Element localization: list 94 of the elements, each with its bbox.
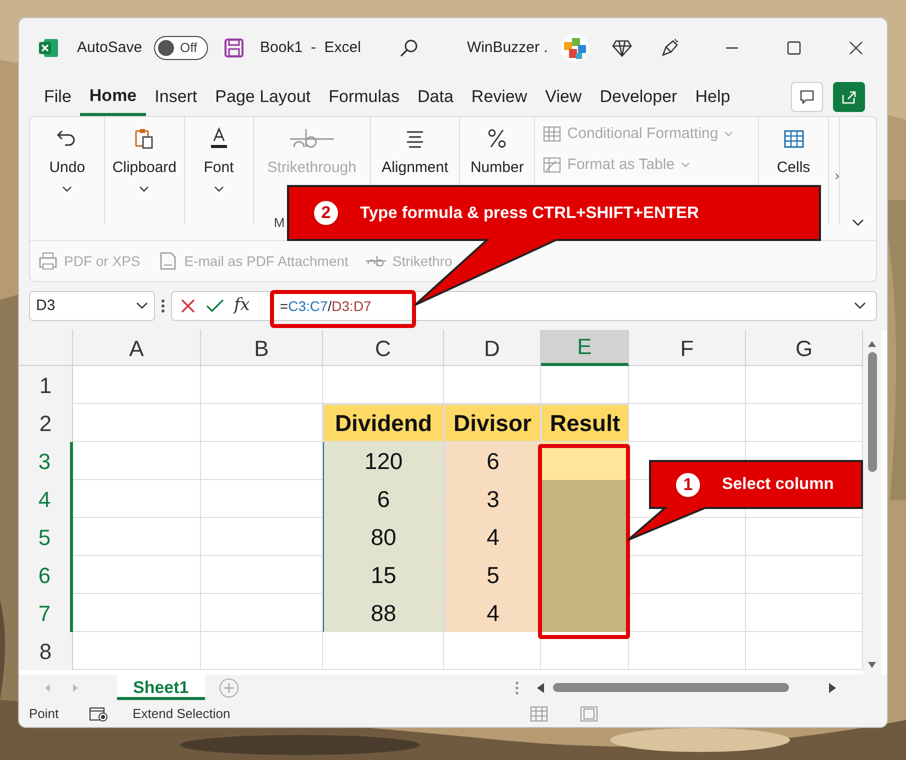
- page-layout-icon[interactable]: [580, 706, 598, 722]
- scroll-right-icon[interactable]: [828, 682, 837, 692]
- row-header[interactable]: 7: [19, 594, 73, 632]
- speech-bubble-icon: [799, 89, 815, 105]
- table-cell: 88: [323, 594, 444, 632]
- caret-icon: [139, 186, 150, 192]
- table-cell: 80: [323, 518, 444, 556]
- status-text: Extend Selection: [132, 704, 230, 723]
- table-cell: 4: [444, 594, 541, 632]
- share-icon: [841, 89, 857, 105]
- macro-record-icon[interactable]: [88, 706, 109, 722]
- formula-input[interactable]: =C3:C7/D3:D7: [258, 296, 854, 316]
- name-box[interactable]: D3: [29, 291, 155, 321]
- insert-function-button[interactable]: fx: [234, 293, 250, 319]
- table-cell: 6: [444, 442, 541, 480]
- callout-text: Type formula & press CTRL+SHIFT+ENTER: [360, 202, 699, 224]
- menu-tab[interactable]: Formulas: [320, 78, 408, 116]
- ribbon-button[interactable]: Number: [466, 127, 528, 180]
- group-label: M: [274, 214, 285, 232]
- menu-tab[interactable]: View: [536, 78, 591, 116]
- spreadsheet-app-icon: [39, 38, 59, 58]
- row-header[interactable]: 6: [19, 556, 73, 594]
- caret-icon: [724, 131, 734, 138]
- maximize-icon[interactable]: [787, 41, 801, 55]
- column-header[interactable]: C: [323, 330, 444, 366]
- cancel-icon[interactable]: [180, 298, 196, 314]
- scroll-down-icon[interactable]: [867, 661, 877, 669]
- scroll-left-icon[interactable]: [536, 682, 545, 692]
- more-arrow[interactable]: ›: [834, 165, 840, 186]
- printer-icon: [38, 252, 58, 270]
- column-header[interactable]: B: [201, 330, 323, 366]
- caret-icon: [214, 186, 224, 192]
- share-button[interactable]: [833, 82, 865, 112]
- pen-icon[interactable]: [660, 38, 680, 58]
- ribbon-button[interactable]: Cells: [772, 127, 814, 180]
- menu-tab[interactable]: Insert: [146, 78, 206, 116]
- more-icon[interactable]: [161, 298, 165, 314]
- table-cell: 3: [444, 480, 541, 518]
- menu-tab[interactable]: Review: [462, 78, 536, 116]
- table-header-cell: Result: [541, 404, 629, 442]
- row-header[interactable]: 8: [19, 632, 73, 670]
- menu-tab[interactable]: File: [35, 78, 80, 116]
- comments-button[interactable]: [791, 82, 823, 112]
- table-cell: 6: [323, 480, 444, 518]
- status-text: Point: [29, 704, 59, 723]
- menu-tab[interactable]: Developer: [590, 78, 686, 116]
- row-header[interactable]: 4: [19, 480, 73, 518]
- diamond-icon[interactable]: [612, 38, 632, 58]
- ribbon-button[interactable]: Undo: [45, 127, 90, 192]
- grid-icon: [543, 126, 562, 142]
- check-icon[interactable]: [206, 298, 224, 314]
- ribbon-button[interactable]: Alignment: [378, 127, 452, 180]
- menu-tab[interactable]: Help: [686, 78, 740, 116]
- close-icon[interactable]: [849, 41, 863, 55]
- document-title: Book1 - Excel: [260, 38, 361, 58]
- scroll-up-icon[interactable]: [867, 340, 877, 348]
- document-icon: [158, 252, 178, 270]
- autosave-label: AutoSave: [77, 38, 142, 58]
- account-name: WinBuzzer .: [466, 38, 548, 58]
- row-header[interactable]: 1: [19, 366, 73, 404]
- caret-icon: [62, 186, 72, 192]
- table-header-cell: Dividend: [323, 404, 444, 442]
- table-icon: [543, 156, 562, 173]
- table-cell: 120: [323, 442, 444, 480]
- search-icon[interactable]: [398, 38, 419, 58]
- scrollbar-thumb[interactable]: [552, 683, 789, 692]
- more-icon[interactable]: [514, 680, 519, 694]
- chevron-down-icon: [136, 302, 148, 310]
- caret-icon: [680, 162, 690, 168]
- ribbon-button[interactable]: Font: [200, 127, 238, 192]
- chevron-down-icon[interactable]: [852, 219, 864, 227]
- cubes-icon[interactable]: [560, 33, 590, 63]
- table-cell: 4: [444, 518, 541, 556]
- row-header[interactable]: 5: [19, 518, 73, 556]
- chevron-down-icon[interactable]: [854, 302, 866, 310]
- table-cell: 5: [444, 556, 541, 594]
- save-icon[interactable]: [224, 38, 244, 58]
- row-header[interactable]: 3: [19, 442, 73, 480]
- ribbon-button[interactable]: Clipboard: [108, 127, 181, 192]
- scrollbar-thumb[interactable]: [868, 352, 876, 472]
- callout-text: Select column: [722, 474, 834, 496]
- table-header-cell: Divisor: [444, 404, 541, 442]
- table-cell: 15: [323, 556, 444, 594]
- selected-cell[interactable]: [541, 594, 629, 632]
- autosave-toggle[interactable]: Off: [154, 36, 208, 60]
- column-header[interactable]: F: [629, 330, 746, 366]
- row-header[interactable]: 2: [19, 404, 73, 442]
- sheet-tab[interactable]: Sheet1: [117, 675, 205, 700]
- column-header[interactable]: A: [73, 330, 201, 366]
- clipboard-icon: [133, 127, 156, 151]
- normal-view-icon[interactable]: [530, 706, 548, 722]
- menu-tab[interactable]: Data: [408, 78, 462, 116]
- selected-cell[interactable]: [541, 480, 629, 518]
- menu-tab[interactable]: Page Layout: [206, 78, 320, 116]
